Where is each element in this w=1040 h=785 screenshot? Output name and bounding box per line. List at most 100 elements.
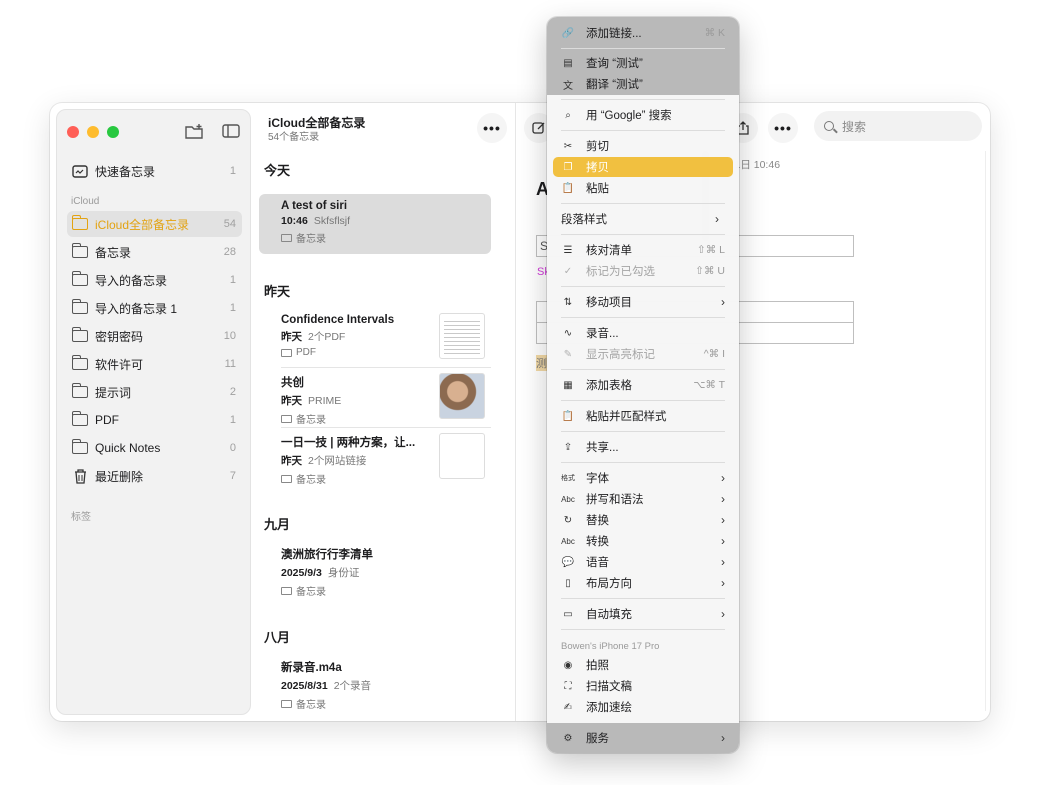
chevron-right-icon: ›: [721, 555, 725, 569]
zoom-window-button[interactable]: [107, 126, 119, 138]
note-preview: 2个PDF: [308, 331, 346, 343]
menu-item-add-table[interactable]: ▦ 添加表格 ⌥⌘ T: [553, 375, 733, 395]
editor-scroll-track: [985, 151, 986, 711]
list-item[interactable]: 一日一技 | 两种方案，让... 昨天 2个网站链接 备忘录: [259, 428, 491, 488]
menu-item-move-item[interactable]: ⇅ 移动项目 ›: [553, 292, 733, 312]
more-options-button[interactable]: •••: [477, 113, 507, 143]
menu-item-record[interactable]: ∿ 录音...: [553, 323, 733, 343]
chevron-right-icon: ›: [721, 607, 725, 621]
menu-item-label: 拼写和语法: [586, 494, 644, 506]
menu-item-label: 显示高亮标记: [586, 349, 655, 361]
pdf-thumbnail: [439, 313, 485, 359]
waveform-icon: ∿: [563, 327, 573, 339]
list-item[interactable]: Confidence Intervals 昨天 2个PDF PDF: [259, 308, 491, 368]
menu-item-replace[interactable]: ↻ 替换 ›: [553, 510, 733, 530]
sidebar-item-count: 54: [223, 218, 236, 230]
list-item[interactable]: 共创 昨天 PRIME 备忘录: [259, 368, 491, 428]
menu-item-lookup[interactable]: ▤ 查询 “测试”: [553, 53, 733, 73]
sidebar-item-prompts[interactable]: 提示词 2: [67, 379, 242, 405]
menu-item-label: 服务: [586, 733, 609, 745]
checklist-icon: ☰: [563, 244, 573, 256]
menu-item-autofill[interactable]: ▭ 自动填充 ›: [553, 604, 733, 624]
sidebar-item-count: 7: [229, 470, 236, 482]
new-folder-icon[interactable]: [183, 120, 207, 142]
sidebar-item-imported[interactable]: 导入的备忘录 1: [67, 267, 242, 293]
trash-icon: [71, 468, 89, 484]
highlighted-text[interactable]: 测: [536, 355, 547, 371]
menu-item-scan-documents[interactable]: ⛶ 扫描文稿: [553, 676, 733, 696]
menu-item-copy[interactable]: ❐ 拷贝: [553, 157, 733, 177]
menu-item-translate[interactable]: 文 翻译 “测试”: [553, 74, 733, 94]
menu-item-label: 添加表格: [586, 380, 632, 392]
translate-icon: 文: [563, 80, 573, 92]
menu-item-label: 转换: [586, 536, 609, 548]
sidebar-item-notes[interactable]: 备忘录 28: [67, 239, 242, 265]
sidebar-item-quick-notes[interactable]: 快速备忘录 1: [67, 158, 242, 184]
folder-icon: [71, 327, 89, 343]
folder-icon: [71, 439, 89, 455]
menu-item-label: 共享...: [586, 442, 619, 454]
menu-item-add-sketch[interactable]: ✍ 添加速绘: [553, 697, 733, 717]
sidebar-item-pdf[interactable]: PDF 1: [67, 407, 242, 433]
search-field[interactable]: 搜索: [814, 111, 982, 141]
menu-item-paste[interactable]: 📋 粘贴: [553, 178, 733, 198]
sidebar: 快速备忘录 1 iCloud iCloud全部备忘录 54 备忘录 28 导入的…: [56, 109, 251, 715]
replace-icon: ↻: [563, 514, 573, 526]
quick-note-icon: [71, 164, 89, 178]
note-preview: 身份证: [327, 567, 360, 579]
note-list: iCloud全部备忘录 54个备忘录 ••• 今天 A test of siri…: [251, 103, 709, 721]
scissors-icon: ✂: [563, 140, 573, 152]
menu-item-checklist[interactable]: ☰ 核对清单 ⇧⌘ L: [553, 240, 733, 260]
minimize-window-button[interactable]: [87, 126, 99, 138]
list-item[interactable]: A test of siri 10:46 Skfsflsjf 备忘录: [259, 194, 491, 254]
folder-icon: [71, 383, 89, 399]
sidebar-item-quick-notes-folder[interactable]: Quick Notes 0: [67, 435, 242, 461]
menu-item-shortcut: ⇧⌘ L: [696, 244, 725, 256]
menu-item-services[interactable]: ⚙ 服务 ›: [553, 728, 733, 748]
folder-icon: [281, 233, 292, 242]
context-menu: 🔗 添加链接... ⌘ K ▤ 查询 “测试” 文 翻译 “测试” ⌕ 用 “G…: [547, 17, 739, 753]
sidebar-item-licenses[interactable]: 软件许可 11: [67, 351, 242, 377]
menu-item-shortcut: ⌘ K: [704, 27, 725, 39]
menu-item-speech[interactable]: 💬 语音 ›: [553, 552, 733, 572]
sidebar-item-recently-deleted[interactable]: 最近删除 7: [67, 463, 242, 489]
menu-item-paste-match-style[interactable]: 📋 粘贴并匹配样式: [553, 406, 733, 426]
window-controls: [67, 126, 119, 138]
menu-item-show-highlights: ✎ 显示高亮标记 ^⌘ I: [553, 344, 733, 364]
chevron-right-icon: ›: [721, 471, 725, 485]
chevron-right-icon: ›: [721, 534, 725, 548]
menu-item-google-search[interactable]: ⌕ 用 “Google” 搜索: [553, 105, 733, 125]
search-icon: [824, 121, 834, 131]
note-folder: 备忘录: [296, 415, 326, 426]
close-window-button[interactable]: [67, 126, 79, 138]
menu-item-add-link[interactable]: 🔗 添加链接... ⌘ K: [553, 23, 733, 43]
menu-item-label: 语音: [586, 557, 609, 569]
sidebar-toggle-icon[interactable]: [219, 120, 243, 142]
menu-item-cut[interactable]: ✂ 剪切: [553, 136, 733, 156]
chevron-right-icon: ›: [715, 212, 719, 226]
menu-item-layout-direction[interactable]: ▯ 布局方向 ›: [553, 573, 733, 593]
spelling-icon: Abc: [561, 494, 575, 504]
sidebar-item-imported-1[interactable]: 导入的备忘录 1 1: [67, 295, 242, 321]
sidebar-item-passwords[interactable]: 密钥密码 10: [67, 323, 242, 349]
note-preview: 2个录音: [333, 680, 372, 692]
menu-item-share[interactable]: ⇪ 共享...: [553, 437, 733, 457]
copy-icon: ❐: [563, 161, 573, 173]
link-thumbnail: [439, 433, 485, 479]
menu-item-font[interactable]: 格式 字体 ›: [553, 468, 733, 488]
group-header: 今天: [264, 163, 291, 178]
note-time: 2025/9/3: [281, 567, 322, 579]
paste-match-icon: 📋: [561, 410, 575, 422]
menu-item-spelling[interactable]: Abc 拼写和语法 ›: [553, 489, 733, 509]
list-item[interactable]: 新录音.m4a 2025/8/31 2个录音 备忘录: [259, 653, 491, 713]
menu-item-paragraph-style[interactable]: 段落样式 ›: [547, 209, 727, 229]
list-item[interactable]: 澳洲旅行行李清单 2025/9/3 身份证 备忘录: [259, 540, 491, 600]
sidebar-item-icloud-all[interactable]: iCloud全部备忘录 54: [67, 211, 242, 237]
menu-item-label: 录音...: [586, 328, 619, 340]
sidebar-item-count: 1: [229, 414, 236, 426]
menu-item-take-photo[interactable]: ◉ 拍照: [553, 655, 733, 675]
more-options-button[interactable]: •••: [768, 113, 798, 143]
menu-item-transform[interactable]: Abc 转换 ›: [553, 531, 733, 551]
menu-item-label: 标记为已勾选: [586, 266, 655, 278]
menu-item-label: 替换: [586, 515, 609, 527]
